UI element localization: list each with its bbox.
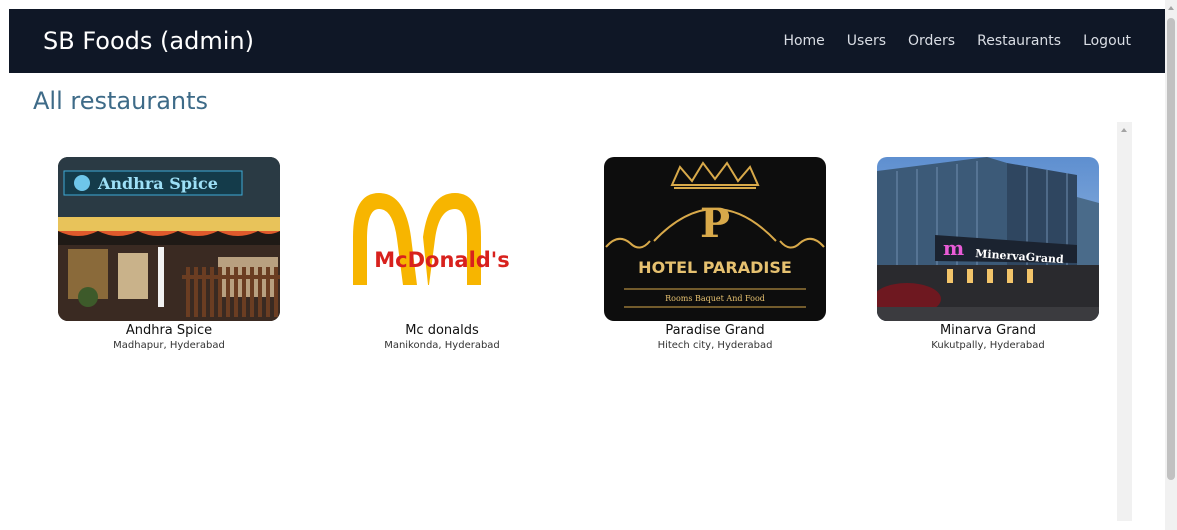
nav-logout-link[interactable]: Logout [1083,33,1131,49]
restaurant-address: Manikonda, Hyderabad [384,340,500,351]
restaurant-sign-text: Andhra Spice [97,174,218,193]
restaurant-address: Hitech city, Hyderabad [657,340,773,351]
scroll-up-arrow-icon[interactable] [1168,6,1174,10]
restaurant-card[interactable]: m MinervaGrand Minarva Grand Kukutpally,… [877,157,1099,351]
restaurant-name[interactable]: Minarva Grand [877,323,1099,338]
restaurant-image[interactable]: m MinervaGrand [877,157,1099,321]
app-page: SB Foods (admin) Home Users Orders Resta… [9,9,1165,530]
paradise-logo-subtext: Rooms Baquet And Food [665,294,765,303]
list-scrollbar[interactable] [1117,122,1132,521]
restaurant-address: Kukutpally, Hyderabad [931,340,1045,351]
restaurant-list: Andhra Spice Andhra Spice Madhapur, Hyde… [9,131,1135,530]
restaurant-card[interactable]: P HOTEL PARADISE Rooms Baquet And Food P… [604,157,826,351]
paradise-logo-text: HOTEL PARADISE [638,258,792,277]
restaurant-address: Madhapur, Hyderabad [113,340,225,351]
svg-text:m: m [943,236,964,260]
scroll-up-arrow-icon[interactable] [1121,128,1127,132]
restaurant-name[interactable]: Mc donalds [331,323,553,338]
restaurant-card[interactable]: McDonald's Mc donalds Manikonda, Hyderab… [331,157,553,351]
scrollbar-thumb[interactable] [1167,18,1175,480]
nav-users-link[interactable]: Users [847,33,886,49]
restaurant-name[interactable]: Paradise Grand [604,323,826,338]
brand-title[interactable]: SB Foods (admin) [43,27,254,55]
restaurant-image[interactable]: P HOTEL PARADISE Rooms Baquet And Food [604,157,826,321]
restaurant-card[interactable]: Andhra Spice Andhra Spice Madhapur, Hyde… [58,157,280,351]
mcdonalds-logo-text: McDonald's [374,248,510,272]
restaurant-image[interactable]: McDonald's [331,157,553,321]
paradise-logo-letter: P [700,200,730,247]
restaurant-name[interactable]: Andhra Spice [58,323,280,338]
nav-orders-link[interactable]: Orders [908,33,955,49]
window-scrollbar[interactable] [1165,0,1177,530]
navbar: SB Foods (admin) Home Users Orders Resta… [9,9,1165,73]
page-title: All restaurants [33,87,209,115]
restaurant-image[interactable]: Andhra Spice [58,157,280,321]
nav-restaurants-link[interactable]: Restaurants [977,33,1061,49]
nav-home-link[interactable]: Home [783,33,824,49]
nav-links: Home Users Orders Restaurants Logout [783,33,1131,49]
